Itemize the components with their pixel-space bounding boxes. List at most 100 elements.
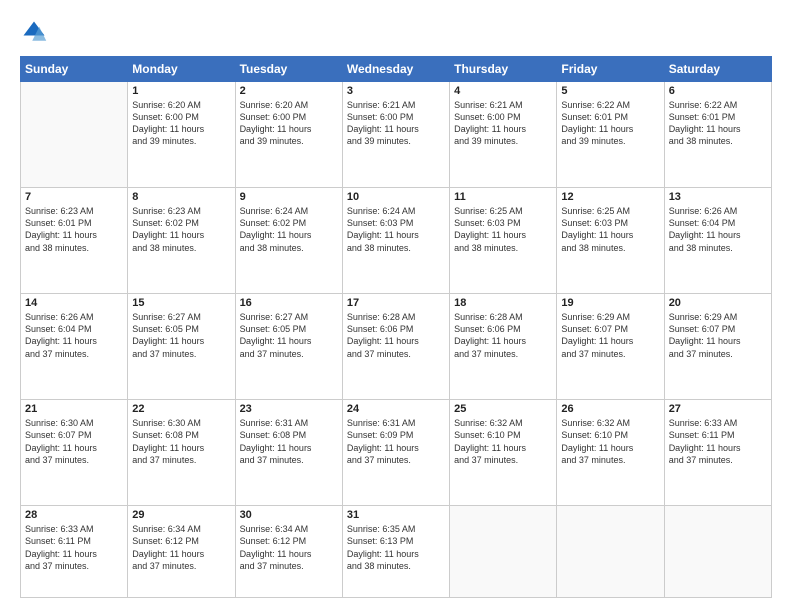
- day-info: Sunrise: 6:27 AM Sunset: 6:05 PM Dayligh…: [240, 311, 338, 360]
- day-cell: [450, 506, 557, 598]
- day-number: 6: [669, 85, 767, 97]
- day-number: 7: [25, 191, 123, 203]
- day-info: Sunrise: 6:25 AM Sunset: 6:03 PM Dayligh…: [561, 205, 659, 254]
- day-info: Sunrise: 6:31 AM Sunset: 6:08 PM Dayligh…: [240, 417, 338, 466]
- day-number: 15: [132, 297, 230, 309]
- day-cell: 16 Sunrise: 6:27 AM Sunset: 6:05 PM Dayli…: [235, 294, 342, 400]
- day-info: Sunrise: 6:32 AM Sunset: 6:10 PM Dayligh…: [454, 417, 552, 466]
- day-cell: [664, 506, 771, 598]
- day-cell: 28 Sunrise: 6:33 AM Sunset: 6:11 PM Dayli…: [21, 506, 128, 598]
- day-cell: 7Sunrise: 6:23 AM Sunset: 6:01 PM Daylig…: [21, 188, 128, 294]
- day-info: Sunrise: 6:26 AM Sunset: 6:04 PM Dayligh…: [669, 205, 767, 254]
- day-cell: 12 Sunrise: 6:25 AM Sunset: 6:03 PM Dayli…: [557, 188, 664, 294]
- day-number: 14: [25, 297, 123, 309]
- day-number: 29: [132, 509, 230, 521]
- day-number: 26: [561, 403, 659, 415]
- day-number: 28: [25, 509, 123, 521]
- day-cell: 15Sunrise: 6:27 AM Sunset: 6:05 PM Dayli…: [128, 294, 235, 400]
- day-info: Sunrise: 6:20 AM Sunset: 6:00 PM Dayligh…: [132, 99, 230, 148]
- day-cell: 10 Sunrise: 6:24 AM Sunset: 6:03 PM Dayli…: [342, 188, 449, 294]
- day-number: 3: [347, 85, 445, 97]
- weekday-header-row: SundayMondayTuesdayWednesdayThursdayFrid…: [21, 57, 772, 82]
- day-number: 25: [454, 403, 552, 415]
- day-info: Sunrise: 6:20 AM Sunset: 6:00 PM Dayligh…: [240, 99, 338, 148]
- week-row-0: 1 Sunrise: 6:20 AM Sunset: 6:00 PM Daylig…: [21, 82, 772, 188]
- calendar-table: SundayMondayTuesdayWednesdayThursdayFrid…: [20, 56, 772, 598]
- day-cell: 25 Sunrise: 6:32 AM Sunset: 6:10 PM Dayli…: [450, 400, 557, 506]
- week-row-1: 7Sunrise: 6:23 AM Sunset: 6:01 PM Daylig…: [21, 188, 772, 294]
- day-info: Sunrise: 6:30 AM Sunset: 6:08 PM Dayligh…: [132, 417, 230, 466]
- day-cell: [557, 506, 664, 598]
- day-cell: 6 Sunrise: 6:22 AM Sunset: 6:01 PM Daylig…: [664, 82, 771, 188]
- day-info: Sunrise: 6:29 AM Sunset: 6:07 PM Dayligh…: [561, 311, 659, 360]
- day-number: 19: [561, 297, 659, 309]
- day-info: Sunrise: 6:30 AM Sunset: 6:07 PM Dayligh…: [25, 417, 123, 466]
- day-info: Sunrise: 6:33 AM Sunset: 6:11 PM Dayligh…: [25, 523, 123, 572]
- day-info: Sunrise: 6:24 AM Sunset: 6:02 PM Dayligh…: [240, 205, 338, 254]
- day-cell: 30 Sunrise: 6:34 AM Sunset: 6:12 PM Dayli…: [235, 506, 342, 598]
- day-cell: 11 Sunrise: 6:25 AM Sunset: 6:03 PM Dayli…: [450, 188, 557, 294]
- day-info: Sunrise: 6:25 AM Sunset: 6:03 PM Dayligh…: [454, 205, 552, 254]
- day-number: 17: [347, 297, 445, 309]
- day-number: 11: [454, 191, 552, 203]
- day-info: Sunrise: 6:32 AM Sunset: 6:10 PM Dayligh…: [561, 417, 659, 466]
- day-cell: 27Sunrise: 6:33 AM Sunset: 6:11 PM Dayli…: [664, 400, 771, 506]
- day-number: 18: [454, 297, 552, 309]
- day-number: 16: [240, 297, 338, 309]
- week-row-3: 21Sunrise: 6:30 AM Sunset: 6:07 PM Dayli…: [21, 400, 772, 506]
- day-number: 23: [240, 403, 338, 415]
- day-number: 9: [240, 191, 338, 203]
- day-cell: 21Sunrise: 6:30 AM Sunset: 6:07 PM Dayli…: [21, 400, 128, 506]
- day-info: Sunrise: 6:34 AM Sunset: 6:12 PM Dayligh…: [240, 523, 338, 572]
- day-number: 27: [669, 403, 767, 415]
- day-number: 5: [561, 85, 659, 97]
- day-info: Sunrise: 6:24 AM Sunset: 6:03 PM Dayligh…: [347, 205, 445, 254]
- day-number: 12: [561, 191, 659, 203]
- day-info: Sunrise: 6:21 AM Sunset: 6:00 PM Dayligh…: [454, 99, 552, 148]
- day-cell: 29 Sunrise: 6:34 AM Sunset: 6:12 PM Dayli…: [128, 506, 235, 598]
- weekday-header-tuesday: Tuesday: [235, 57, 342, 82]
- logo-icon: [20, 18, 48, 46]
- weekday-header-thursday: Thursday: [450, 57, 557, 82]
- weekday-header-wednesday: Wednesday: [342, 57, 449, 82]
- day-number: 1: [132, 85, 230, 97]
- logo: [20, 18, 50, 46]
- weekday-header-monday: Monday: [128, 57, 235, 82]
- day-info: Sunrise: 6:26 AM Sunset: 6:04 PM Dayligh…: [25, 311, 123, 360]
- day-number: 2: [240, 85, 338, 97]
- day-cell: 2 Sunrise: 6:20 AM Sunset: 6:00 PM Daylig…: [235, 82, 342, 188]
- day-cell: 19 Sunrise: 6:29 AM Sunset: 6:07 PM Dayli…: [557, 294, 664, 400]
- day-cell: 20 Sunrise: 6:29 AM Sunset: 6:07 PM Dayli…: [664, 294, 771, 400]
- day-cell: 24 Sunrise: 6:31 AM Sunset: 6:09 PM Dayli…: [342, 400, 449, 506]
- weekday-header-sunday: Sunday: [21, 57, 128, 82]
- day-number: 24: [347, 403, 445, 415]
- day-number: 4: [454, 85, 552, 97]
- day-number: 22: [132, 403, 230, 415]
- day-cell: 5Sunrise: 6:22 AM Sunset: 6:01 PM Daylig…: [557, 82, 664, 188]
- day-info: Sunrise: 6:28 AM Sunset: 6:06 PM Dayligh…: [347, 311, 445, 360]
- week-row-2: 14 Sunrise: 6:26 AM Sunset: 6:04 PM Dayli…: [21, 294, 772, 400]
- day-cell: 18Sunrise: 6:28 AM Sunset: 6:06 PM Dayli…: [450, 294, 557, 400]
- day-cell: 3 Sunrise: 6:21 AM Sunset: 6:00 PM Daylig…: [342, 82, 449, 188]
- weekday-header-friday: Friday: [557, 57, 664, 82]
- day-info: Sunrise: 6:21 AM Sunset: 6:00 PM Dayligh…: [347, 99, 445, 148]
- day-info: Sunrise: 6:29 AM Sunset: 6:07 PM Dayligh…: [669, 311, 767, 360]
- day-info: Sunrise: 6:34 AM Sunset: 6:12 PM Dayligh…: [132, 523, 230, 572]
- day-number: 8: [132, 191, 230, 203]
- header: [20, 18, 772, 46]
- day-cell: 17 Sunrise: 6:28 AM Sunset: 6:06 PM Dayli…: [342, 294, 449, 400]
- day-cell: 23 Sunrise: 6:31 AM Sunset: 6:08 PM Dayli…: [235, 400, 342, 506]
- day-info: Sunrise: 6:31 AM Sunset: 6:09 PM Dayligh…: [347, 417, 445, 466]
- day-cell: [21, 82, 128, 188]
- day-number: 30: [240, 509, 338, 521]
- day-cell: 26 Sunrise: 6:32 AM Sunset: 6:10 PM Dayli…: [557, 400, 664, 506]
- day-number: 10: [347, 191, 445, 203]
- day-cell: 14 Sunrise: 6:26 AM Sunset: 6:04 PM Dayli…: [21, 294, 128, 400]
- day-number: 20: [669, 297, 767, 309]
- day-cell: 31Sunrise: 6:35 AM Sunset: 6:13 PM Dayli…: [342, 506, 449, 598]
- day-cell: 4 Sunrise: 6:21 AM Sunset: 6:00 PM Daylig…: [450, 82, 557, 188]
- day-info: Sunrise: 6:22 AM Sunset: 6:01 PM Dayligh…: [669, 99, 767, 148]
- weekday-header-saturday: Saturday: [664, 57, 771, 82]
- day-cell: 9 Sunrise: 6:24 AM Sunset: 6:02 PM Daylig…: [235, 188, 342, 294]
- day-cell: 22 Sunrise: 6:30 AM Sunset: 6:08 PM Dayli…: [128, 400, 235, 506]
